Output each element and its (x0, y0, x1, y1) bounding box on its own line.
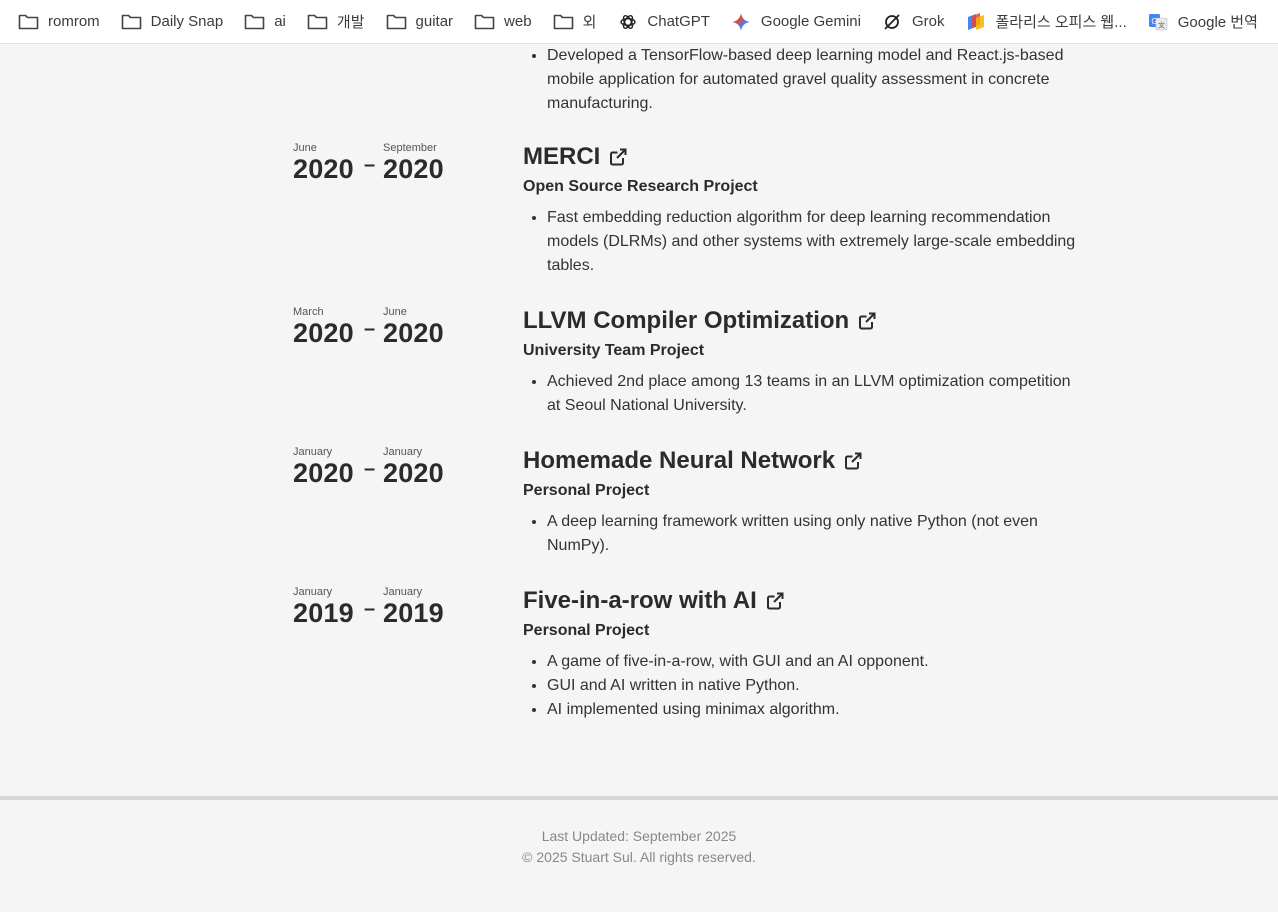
date-separator: – (364, 458, 376, 480)
project-bullet: GUI and AI written in native Python. (547, 674, 1083, 698)
folder-icon (307, 13, 328, 31)
date-separator: – (364, 318, 376, 340)
google-translate-icon: G 文 (1148, 13, 1169, 31)
start-year: 2020 (293, 154, 354, 184)
folder-icon (244, 13, 265, 31)
grok-icon (882, 13, 903, 31)
bookmark-romrom[interactable]: romrom (18, 7, 111, 37)
project-bullets: A deep learning framework written using … (523, 510, 1083, 558)
project-bullet: Developed a TensorFlow-based deep learni… (547, 44, 1083, 116)
project-title: Five-in-a-row with AI (523, 587, 757, 614)
chatgpt-icon (617, 13, 638, 31)
folder-icon (474, 13, 495, 31)
start-date: June 2020 (293, 142, 354, 183)
project-bullet: Achieved 2nd place among 13 teams in an … (547, 370, 1083, 418)
end-year: 2020 (383, 318, 444, 348)
end-year: 2020 (383, 154, 444, 184)
project-title: LLVM Compiler Optimization (523, 307, 850, 334)
bookmark-label: 개발 (336, 14, 365, 31)
external-link-icon[interactable] (843, 451, 863, 471)
end-date: June 2020 (383, 306, 444, 347)
start-year: 2020 (293, 458, 354, 488)
bookmark-grok[interactable]: Grok (882, 7, 956, 37)
bookmark-label: Google 번역 (1177, 14, 1258, 31)
page-footer: Last Updated: September 2025 © 2025 Stua… (0, 796, 1278, 912)
bookmark-guitar[interactable]: guitar (386, 7, 465, 37)
end-date: January 2020 (383, 446, 444, 487)
start-year: 2020 (293, 318, 354, 348)
bookmark-other[interactable]: 외 (553, 7, 608, 37)
project-dates: March 2020 – June 2020 (293, 306, 493, 347)
start-date: January 2019 (293, 586, 354, 627)
project-dates: June 2020 – September 2020 (293, 142, 493, 183)
bookmark-daily-snap[interactable]: Daily Snap (121, 7, 235, 37)
project-subtitle: Personal Project (523, 482, 650, 499)
bookmark-label: Daily Snap (150, 13, 224, 30)
svg-text:G: G (1152, 17, 1158, 26)
bookmark-label: web (504, 13, 532, 30)
project-bullet: Fast embedding reduction algorithm for d… (547, 206, 1083, 278)
project-entry-partial: Developed a TensorFlow-based deep learni… (523, 44, 1083, 116)
bookmark-label: ai (274, 13, 286, 30)
date-separator: – (364, 154, 376, 176)
external-link-icon[interactable] (608, 147, 628, 167)
project-subtitle: Open Source Research Project (523, 178, 758, 195)
last-updated: Last Updated: September 2025 (541, 828, 737, 844)
project-bullets: Fast embedding reduction algorithm for d… (523, 206, 1083, 278)
project-title: MERCI (523, 143, 601, 170)
bookmark-dev[interactable]: 개발 (307, 7, 376, 37)
copyright: © 2025 Stuart Sul. All rights reserved. (522, 849, 756, 865)
project-bullets: Developed a TensorFlow-based deep learni… (523, 44, 1083, 116)
end-date: September 2020 (383, 142, 444, 183)
start-date: March 2020 (293, 306, 354, 347)
bookmark-label: Google Gemini (760, 13, 861, 30)
bookmark-label: guitar (415, 13, 454, 30)
bookmark-label: ChatGPT (647, 13, 710, 30)
bookmark-polaris[interactable]: 폴라리스 오피스 웹... (966, 7, 1138, 37)
project-bullets: A game of five-in-a-row, with GUI and an… (523, 650, 1083, 722)
start-date: January 2020 (293, 446, 354, 487)
project-details: LLVM Compiler Optimization University Te… (523, 306, 1083, 418)
polaris-icon (966, 12, 987, 31)
folder-icon (121, 13, 142, 31)
external-link-icon[interactable] (857, 311, 877, 331)
bookmark-gemini[interactable]: Google Gemini (731, 7, 872, 37)
folder-icon (386, 13, 407, 31)
bookmark-google-translate[interactable]: G 文 Google 번역 (1148, 7, 1269, 37)
folder-icon (553, 13, 574, 31)
project-dates: January 2020 – January 2020 (293, 446, 493, 487)
bookmark-chatgpt[interactable]: ChatGPT (617, 7, 721, 37)
project-details: Homemade Neural Network Personal Project… (523, 446, 1083, 558)
project-bullet: A game of five-in-a-row, with GUI and an… (547, 650, 1083, 674)
start-year: 2019 (293, 598, 354, 628)
project-details: Five-in-a-row with AI Personal Project A… (523, 586, 1083, 722)
project-title: Homemade Neural Network (523, 447, 836, 474)
project-bullets: Achieved 2nd place among 13 teams in an … (523, 370, 1083, 418)
project-dates: January 2019 – January 2019 (293, 586, 493, 627)
project-subtitle: University Team Project (523, 342, 705, 359)
bookmark-label: 폴라리스 오피스 웹... (995, 14, 1127, 31)
bookmark-ai[interactable]: ai (244, 7, 297, 37)
folder-icon (18, 13, 39, 31)
end-year: 2020 (383, 458, 444, 488)
bookmark-label: romrom (48, 13, 100, 30)
bookmarks-bar: romrom Daily Snap ai 개발 guitar web 외 Cha… (0, 0, 1278, 44)
end-year: 2019 (383, 598, 444, 628)
bookmark-web[interactable]: web (474, 7, 543, 37)
project-details: MERCI Open Source Research Project Fast … (523, 142, 1083, 278)
bookmark-label: 외 (582, 14, 597, 31)
bookmark-label: Grok (911, 13, 945, 30)
gemini-icon (731, 12, 752, 31)
project-bullet: A deep learning framework written using … (547, 510, 1083, 558)
svg-text:文: 文 (1158, 20, 1165, 29)
project-bullet: AI implemented using minimax algorithm. (547, 698, 1083, 722)
end-date: January 2019 (383, 586, 444, 627)
date-separator: – (364, 598, 376, 620)
external-link-icon[interactable] (765, 591, 785, 611)
project-subtitle: Personal Project (523, 622, 650, 639)
